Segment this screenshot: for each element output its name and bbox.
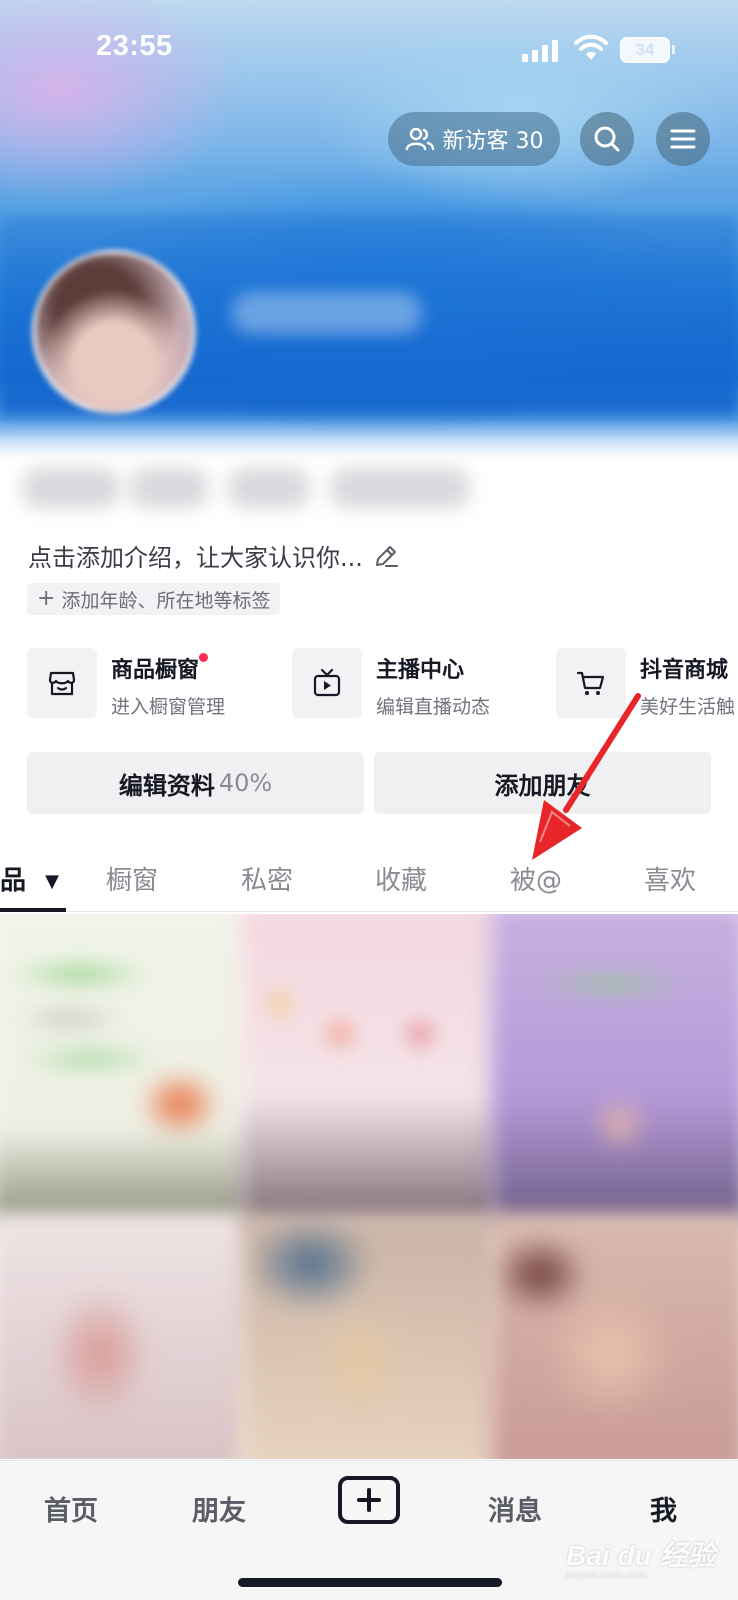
add-tags-label: 添加年龄、所在地等标签 bbox=[61, 589, 271, 612]
add-friend-button[interactable]: 添加朋友 bbox=[374, 752, 711, 814]
tab-label: 品 bbox=[0, 866, 27, 896]
tab-works[interactable]: 品 ▼ bbox=[0, 860, 59, 897]
notification-dot bbox=[199, 653, 209, 662]
shortcut-title: 商品橱窗 bbox=[111, 658, 200, 683]
menu-button[interactable] bbox=[656, 112, 710, 166]
shortcut-product-showcase[interactable]: 商品橱窗 进入橱窗管理 bbox=[27, 648, 225, 718]
caret-down-icon: ▼ bbox=[45, 871, 59, 892]
stat-blurred bbox=[330, 468, 470, 508]
tab-favorites[interactable]: 收藏 bbox=[375, 860, 427, 897]
video-thumbnail[interactable] bbox=[240, 914, 498, 1224]
new-visitors-label: 新访客 30 bbox=[442, 129, 544, 154]
battery-level: 34 bbox=[635, 40, 655, 59]
visitors-icon bbox=[405, 127, 434, 151]
bio-intro[interactable]: 点击添加介绍，让大家认识你... bbox=[28, 538, 399, 573]
video-thumbnail[interactable] bbox=[490, 1214, 738, 1459]
stat-blurred bbox=[130, 468, 208, 508]
edit-profile-button[interactable]: 编辑资料 40% bbox=[27, 752, 364, 814]
create-post-button[interactable] bbox=[338, 1476, 400, 1524]
plus-icon: + bbox=[37, 586, 56, 611]
battery-cap bbox=[672, 45, 675, 54]
search-icon bbox=[594, 126, 620, 152]
tab-mentions[interactable]: 被@ bbox=[510, 860, 562, 897]
shortcut-douyin-mall[interactable]: 抖音商城 美好生活触 bbox=[556, 648, 735, 718]
shop-icon bbox=[27, 648, 97, 718]
stat-blurred bbox=[228, 468, 310, 508]
baidu-watermark: Bai du 经验 jingyan.baidu.com bbox=[566, 1534, 715, 1581]
shortcut-subtitle: 编辑直播动态 bbox=[376, 696, 491, 718]
video-thumbnail[interactable] bbox=[0, 1214, 248, 1459]
shortcut-subtitle: 进入橱窗管理 bbox=[111, 696, 226, 718]
plus-icon bbox=[357, 1488, 381, 1512]
tab-private[interactable]: 私密 bbox=[241, 860, 293, 897]
nav-home[interactable]: 首页 bbox=[44, 1489, 98, 1528]
video-grid bbox=[0, 914, 738, 1459]
stat-blurred bbox=[22, 468, 120, 508]
username-blurred bbox=[232, 292, 422, 334]
cart-icon bbox=[556, 648, 626, 718]
nav-friends[interactable]: 朋友 bbox=[192, 1489, 246, 1528]
shortcut-streamer-center[interactable]: 主播中心 编辑直播动态 bbox=[292, 648, 490, 718]
tab-showcase[interactable]: 橱窗 bbox=[106, 860, 158, 897]
status-time: 23:55 bbox=[96, 30, 173, 62]
watermark-brand: Bai du 经验 bbox=[566, 1540, 716, 1571]
wifi-icon bbox=[574, 34, 608, 60]
cellular-signal-icon bbox=[522, 38, 560, 62]
add-friend-label: 添加朋友 bbox=[494, 771, 591, 800]
watermark-url: jingyan.baidu.com bbox=[566, 1570, 647, 1581]
new-visitors-button[interactable]: 新访客 30 bbox=[388, 112, 560, 166]
battery-indicator: 34 bbox=[620, 37, 670, 63]
video-thumbnail[interactable] bbox=[0, 914, 248, 1224]
video-thumbnail[interactable] bbox=[490, 914, 738, 1224]
edit-progress: 40% bbox=[218, 769, 273, 797]
tab-likes[interactable]: 喜欢 bbox=[644, 860, 696, 897]
bio-intro-text: 点击添加介绍，让大家认识你... bbox=[28, 544, 363, 572]
nav-me[interactable]: 我 bbox=[650, 1489, 677, 1528]
avatar[interactable] bbox=[32, 250, 196, 414]
active-tab-indicator bbox=[0, 908, 66, 912]
home-indicator bbox=[238, 1578, 502, 1587]
menu-icon bbox=[670, 129, 696, 149]
pencil-icon bbox=[375, 545, 398, 567]
shortcut-title: 主播中心 bbox=[376, 658, 465, 683]
profile-tabs: 品 ▼ 橱窗 私密 收藏 被@ 喜欢 bbox=[0, 850, 738, 912]
shortcut-subtitle: 美好生活触 bbox=[640, 696, 736, 718]
edit-profile-label: 编辑资料 bbox=[118, 771, 215, 800]
add-tags-chip[interactable]: + 添加年龄、所在地等标签 bbox=[27, 583, 281, 615]
search-button[interactable] bbox=[580, 112, 634, 166]
nav-messages[interactable]: 消息 bbox=[488, 1489, 542, 1528]
shortcut-title: 抖音商城 bbox=[640, 658, 729, 683]
video-thumbnail[interactable] bbox=[240, 1214, 498, 1459]
tv-icon bbox=[292, 648, 362, 718]
